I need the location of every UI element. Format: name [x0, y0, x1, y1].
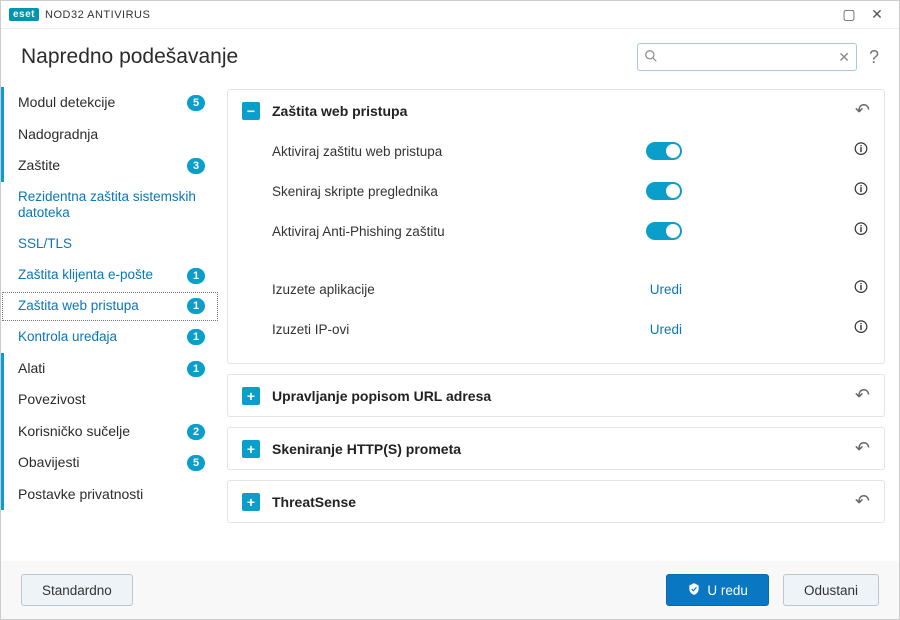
- setting-row: Skeniraj skripte preglednika 🛈: [272, 171, 870, 211]
- sidebar-item-web-access-protection[interactable]: Zaštita web pristupa 1: [1, 291, 219, 322]
- search-box[interactable]: ✕: [637, 43, 857, 71]
- revert-icon[interactable]: ↶: [855, 100, 870, 121]
- panel-title: Upravljanje popisom URL adresa: [272, 388, 855, 404]
- count-badge: 1: [187, 298, 205, 314]
- toggle-enable-web-protection[interactable]: [646, 142, 682, 160]
- main-body: Modul detekcije 5 Nadogradnja Zaštite 3 …: [1, 81, 899, 561]
- sidebar: Modul detekcije 5 Nadogradnja Zaštite 3 …: [1, 81, 219, 561]
- expand-icon: +: [242, 493, 260, 511]
- panel-body: Aktiviraj zaštitu web pristupa 🛈 Skenira…: [228, 131, 884, 363]
- sidebar-item-upgrade[interactable]: Nadogradnja: [1, 119, 219, 151]
- setting-label: Izuzeti IP-ovi: [272, 322, 650, 337]
- cancel-button[interactable]: Odustani: [783, 574, 879, 606]
- panel-header[interactable]: − Zaštita web pristupa ↶: [228, 90, 884, 131]
- panel-url-list-management: + Upravljanje popisom URL adresa ↶: [227, 374, 885, 417]
- count-badge: 1: [187, 268, 205, 284]
- collapse-icon: −: [242, 102, 260, 120]
- info-icon[interactable]: 🛈: [852, 139, 870, 163]
- sidebar-item-ssl-tls[interactable]: SSL/TLS: [1, 229, 219, 260]
- count-badge: 1: [187, 361, 205, 377]
- toggle-scan-browser-scripts[interactable]: [646, 182, 682, 200]
- revert-icon[interactable]: ↶: [855, 385, 870, 406]
- sidebar-item-notifications[interactable]: Obavijesti 5: [1, 447, 219, 479]
- revert-icon[interactable]: ↶: [855, 491, 870, 512]
- info-icon[interactable]: 🛈: [852, 277, 870, 301]
- setting-row: Izuzete aplikacije Uredi 🛈: [272, 269, 870, 309]
- settings-content: − Zaštita web pristupa ↶ Aktiviraj zašti…: [219, 81, 899, 561]
- info-icon[interactable]: 🛈: [852, 317, 870, 341]
- sidebar-item-privacy-settings[interactable]: Postavke privatnosti: [1, 479, 219, 511]
- expand-icon: +: [242, 440, 260, 458]
- panel-web-access-protection: − Zaštita web pristupa ↶ Aktiviraj zašti…: [227, 89, 885, 364]
- sidebar-item-connectivity[interactable]: Povezivost: [1, 384, 219, 416]
- app-logo: eset NOD32 ANTIVIRUS: [9, 8, 150, 21]
- expand-icon: +: [242, 387, 260, 405]
- window-maximize-button[interactable]: ▢: [835, 6, 863, 23]
- window-close-button[interactable]: ✕: [863, 6, 891, 23]
- setting-label: Skeniraj skripte preglednika: [272, 184, 646, 199]
- setting-row: Aktiviraj Anti-Phishing zaštitu 🛈: [272, 211, 870, 251]
- sidebar-item-resident-file-protection[interactable]: Rezidentna zaštita sistemskih datoteka: [1, 182, 219, 230]
- footer: Standardno U redu Odustani: [1, 561, 899, 619]
- product-name: NOD32 ANTIVIRUS: [45, 9, 150, 21]
- panel-title: ThreatSense: [272, 494, 855, 510]
- panel-header[interactable]: + ThreatSense ↶: [228, 481, 884, 522]
- toggle-anti-phishing[interactable]: [646, 222, 682, 240]
- count-badge: 5: [187, 455, 205, 471]
- defaults-button[interactable]: Standardno: [21, 574, 133, 606]
- panel-title: Zaštita web pristupa: [272, 103, 855, 119]
- panel-header[interactable]: + Skeniranje HTTP(S) prometa ↶: [228, 428, 884, 469]
- sidebar-item-detection-module[interactable]: Modul detekcije 5: [1, 87, 219, 119]
- count-badge: 2: [187, 424, 205, 440]
- app-window: eset NOD32 ANTIVIRUS ▢ ✕ Napredno podeša…: [0, 0, 900, 620]
- info-icon[interactable]: 🛈: [852, 179, 870, 203]
- panel-title: Skeniranje HTTP(S) prometa: [272, 441, 855, 457]
- sidebar-item-protections[interactable]: Zaštite 3: [1, 150, 219, 182]
- page-header: Napredno podešavanje ✕ ?: [1, 29, 899, 81]
- setting-row: Izuzeti IP-ovi Uredi 🛈: [272, 309, 870, 349]
- setting-label: Aktiviraj zaštitu web pristupa: [272, 144, 646, 159]
- info-icon[interactable]: 🛈: [852, 219, 870, 243]
- sidebar-item-email-client-protection[interactable]: Zaštita klijenta e-pošte 1: [1, 260, 219, 291]
- panel-header[interactable]: + Upravljanje popisom URL adresa ↶: [228, 375, 884, 416]
- page-title: Napredno podešavanje: [21, 45, 238, 69]
- sidebar-item-tools[interactable]: Alati 1: [1, 353, 219, 385]
- ok-button[interactable]: U redu: [666, 574, 769, 606]
- panel-https-scanning: + Skeniranje HTTP(S) prometa ↶: [227, 427, 885, 470]
- sidebar-item-device-control[interactable]: Kontrola uređaja 1: [1, 322, 219, 353]
- clear-search-icon[interactable]: ✕: [838, 49, 850, 66]
- titlebar: eset NOD32 ANTIVIRUS ▢ ✕: [1, 1, 899, 29]
- help-button[interactable]: ?: [869, 47, 879, 68]
- edit-excluded-ips-link[interactable]: Uredi: [650, 322, 682, 337]
- search-icon: [644, 49, 658, 66]
- setting-label: Aktiviraj Anti-Phishing zaštitu: [272, 224, 646, 239]
- setting-row: Aktiviraj zaštitu web pristupa 🛈: [272, 131, 870, 171]
- count-badge: 3: [187, 158, 205, 174]
- brand-badge: eset: [9, 8, 39, 21]
- search-input[interactable]: [664, 50, 830, 65]
- shield-icon: [687, 582, 701, 599]
- sidebar-item-ui[interactable]: Korisničko sučelje 2: [1, 416, 219, 448]
- count-badge: 5: [187, 95, 205, 111]
- setting-label: Izuzete aplikacije: [272, 282, 650, 297]
- edit-excluded-apps-link[interactable]: Uredi: [650, 282, 682, 297]
- count-badge: 1: [187, 329, 205, 345]
- revert-icon[interactable]: ↶: [855, 438, 870, 459]
- panel-threatsense: + ThreatSense ↶: [227, 480, 885, 523]
